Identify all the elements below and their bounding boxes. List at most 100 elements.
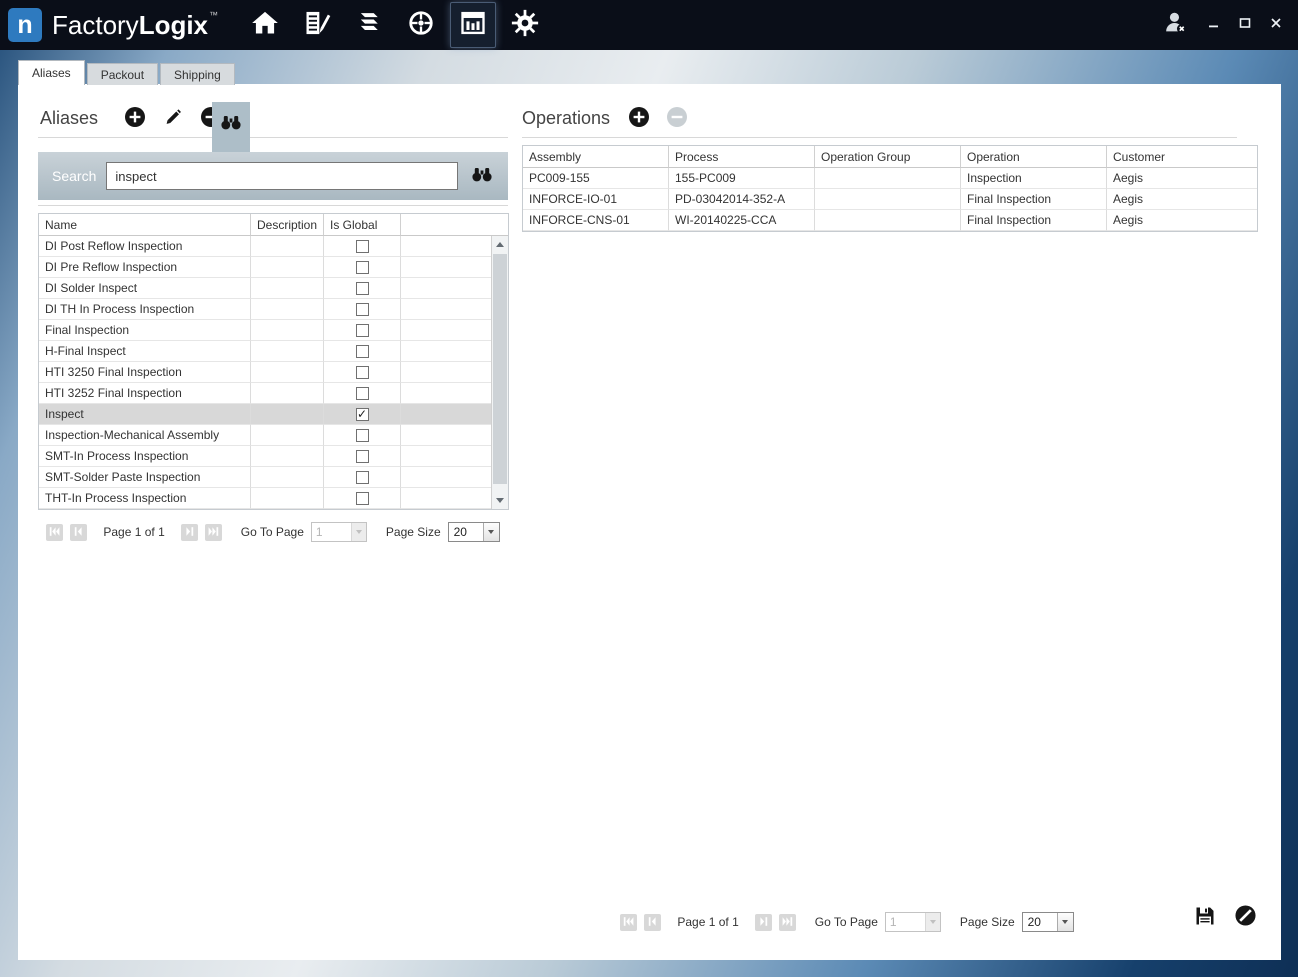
is-global-checkbox[interactable] bbox=[356, 492, 369, 505]
go-to-page-input[interactable] bbox=[312, 523, 351, 541]
column-header-is-global[interactable]: Is Global bbox=[324, 214, 401, 236]
app-window: n FactoryLogix™ bbox=[0, 0, 1298, 977]
next-page-icon bbox=[184, 525, 195, 540]
compass-wheel-icon bbox=[407, 9, 435, 42]
last-page-button[interactable] bbox=[779, 914, 796, 931]
column-header-assembly[interactable]: Assembly bbox=[523, 146, 669, 168]
is-global-checkbox[interactable] bbox=[356, 366, 369, 379]
maximize-button[interactable] bbox=[1239, 16, 1251, 34]
alias-row[interactable]: SMT-In Process Inspection bbox=[39, 446, 508, 467]
aliases-panel-title: Aliases bbox=[40, 108, 98, 129]
page-size-select[interactable]: 20 bbox=[1022, 912, 1074, 932]
operation-customer-cell: Aegis bbox=[1107, 168, 1257, 189]
previous-page-icon bbox=[73, 525, 84, 540]
alias-extra-cell bbox=[401, 278, 491, 299]
first-page-button[interactable] bbox=[46, 524, 63, 541]
nav-settings-button[interactable] bbox=[502, 3, 548, 47]
go-to-page-input[interactable] bbox=[886, 913, 925, 931]
edit-alias-button[interactable] bbox=[163, 107, 183, 130]
cancel-slash-icon bbox=[1234, 904, 1257, 930]
is-global-checkbox[interactable] bbox=[356, 345, 369, 358]
is-global-checkbox[interactable] bbox=[356, 324, 369, 337]
is-global-checkbox[interactable] bbox=[356, 387, 369, 400]
is-global-checkbox[interactable]: ✓ bbox=[356, 408, 369, 421]
tab-aliases[interactable]: Aliases bbox=[18, 60, 85, 85]
nav-stacked-documents-button[interactable] bbox=[346, 3, 392, 47]
first-page-button[interactable] bbox=[620, 914, 637, 931]
alias-is-global-cell bbox=[324, 278, 401, 299]
alias-row[interactable]: SMT-Solder Paste Inspection bbox=[39, 467, 508, 488]
save-button[interactable] bbox=[1194, 905, 1216, 930]
alias-is-global-cell bbox=[324, 236, 401, 257]
cancel-button[interactable] bbox=[1234, 904, 1257, 930]
close-button[interactable] bbox=[1270, 16, 1282, 34]
remove-operation-button[interactable] bbox=[666, 107, 688, 129]
page-size-select[interactable]: 20 bbox=[448, 522, 500, 542]
page-size-dropdown-button[interactable] bbox=[1057, 913, 1073, 931]
operation-row[interactable]: INFORCE-CNS-01WI-20140225-CCAFinal Inspe… bbox=[523, 210, 1257, 231]
logo-letter: n bbox=[17, 11, 32, 40]
column-header-process[interactable]: Process bbox=[669, 146, 815, 168]
scrollbar-down-button[interactable] bbox=[492, 492, 508, 509]
alias-row[interactable]: Inspect✓ bbox=[39, 404, 508, 425]
next-page-button[interactable] bbox=[755, 914, 772, 931]
column-header-description[interactable]: Description bbox=[251, 214, 324, 236]
is-global-checkbox[interactable] bbox=[356, 429, 369, 442]
pencil-icon bbox=[163, 107, 183, 130]
is-global-checkbox[interactable] bbox=[356, 240, 369, 253]
search-input[interactable] bbox=[106, 162, 458, 190]
nav-home-button[interactable] bbox=[242, 3, 288, 47]
page-size-dropdown-button[interactable] bbox=[483, 523, 499, 541]
is-global-checkbox[interactable] bbox=[356, 471, 369, 484]
column-header-operation[interactable]: Operation bbox=[961, 146, 1107, 168]
alias-row[interactable]: HTI 3252 Final Inspection bbox=[39, 383, 508, 404]
column-header-operation-group[interactable]: Operation Group bbox=[815, 146, 961, 168]
is-global-checkbox[interactable] bbox=[356, 261, 369, 274]
alias-row[interactable]: DI TH In Process Inspection bbox=[39, 299, 508, 320]
search-label: Search bbox=[52, 168, 96, 184]
scrollbar-up-button[interactable] bbox=[492, 236, 508, 253]
is-global-checkbox[interactable] bbox=[356, 282, 369, 295]
aliases-header-divider bbox=[38, 137, 508, 138]
alias-row[interactable]: DI Solder Inspect bbox=[39, 278, 508, 299]
tab-packout[interactable]: Packout bbox=[87, 63, 158, 85]
operation-row[interactable]: PC009-155155-PC009InspectionAegis bbox=[523, 168, 1257, 189]
alias-row[interactable]: Inspection-Mechanical Assembly bbox=[39, 425, 508, 446]
search-aliases-button[interactable] bbox=[212, 102, 250, 152]
is-global-checkbox[interactable] bbox=[356, 450, 369, 463]
operation-row[interactable]: INFORCE-IO-01PD-03042014-352-AFinal Insp… bbox=[523, 189, 1257, 210]
alias-row[interactable]: THT-In Process Inspection bbox=[39, 488, 508, 509]
is-global-checkbox[interactable] bbox=[356, 303, 369, 316]
go-to-page-field[interactable] bbox=[311, 522, 367, 542]
nav-compass-button[interactable] bbox=[398, 3, 444, 47]
alias-row[interactable]: DI Post Reflow Inspection bbox=[39, 236, 508, 257]
last-page-button[interactable] bbox=[205, 524, 222, 541]
alias-row[interactable]: HTI 3250 Final Inspection bbox=[39, 362, 508, 383]
aliases-scrollbar[interactable] bbox=[491, 236, 508, 509]
nav-reports-button[interactable] bbox=[450, 2, 496, 48]
tab-shipping[interactable]: Shipping bbox=[160, 63, 235, 85]
aliases-table-body: DI Post Reflow InspectionDI Pre Reflow I… bbox=[39, 236, 508, 509]
go-to-page-field[interactable] bbox=[885, 912, 941, 932]
column-header-customer[interactable]: Customer bbox=[1107, 146, 1257, 168]
alias-row[interactable]: Final Inspection bbox=[39, 320, 508, 341]
previous-page-button[interactable] bbox=[70, 524, 87, 541]
column-header-name[interactable]: Name bbox=[39, 214, 251, 236]
alias-description-cell bbox=[251, 425, 324, 446]
user-account-button[interactable] bbox=[1162, 9, 1189, 41]
alias-row[interactable]: DI Pre Reflow Inspection bbox=[39, 257, 508, 278]
next-page-button[interactable] bbox=[181, 524, 198, 541]
minimize-button[interactable] bbox=[1208, 16, 1220, 34]
scrollbar-thumb[interactable] bbox=[493, 254, 507, 484]
go-to-page-spinner[interactable] bbox=[351, 523, 366, 541]
add-operation-button[interactable] bbox=[628, 107, 650, 129]
search-go-button[interactable] bbox=[470, 162, 494, 191]
alias-is-global-cell bbox=[324, 467, 401, 488]
alias-description-cell bbox=[251, 320, 324, 341]
previous-page-button[interactable] bbox=[644, 914, 661, 931]
go-to-page-spinner[interactable] bbox=[925, 913, 940, 931]
nav-edit-document-button[interactable] bbox=[294, 3, 340, 47]
add-alias-button[interactable] bbox=[124, 107, 146, 129]
alias-row[interactable]: H-Final Inspect bbox=[39, 341, 508, 362]
first-page-icon bbox=[623, 915, 634, 930]
